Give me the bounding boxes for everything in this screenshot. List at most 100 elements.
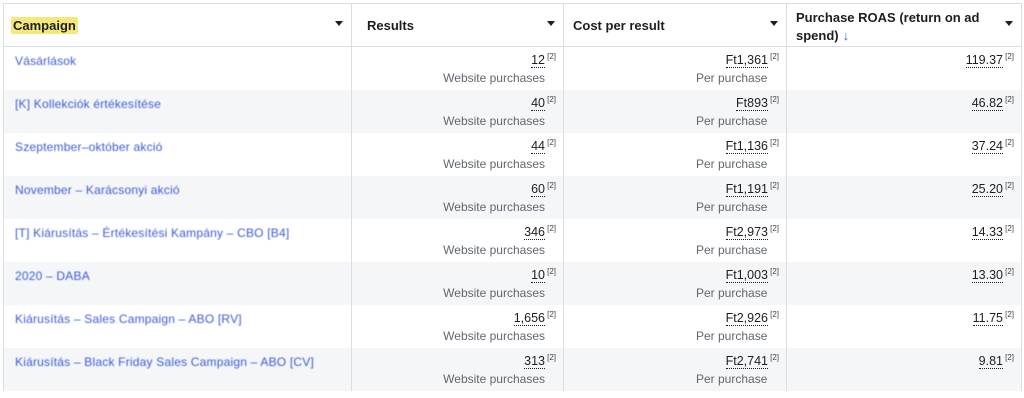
column-header-results[interactable]: Results: [352, 4, 564, 47]
cost-value[interactable]: Ft2,973: [725, 225, 768, 240]
roas-value[interactable]: 13.30: [971, 268, 1003, 283]
results-cell: 346 [2] Website purchases: [352, 219, 564, 262]
roas-footnote-ref: [2]: [1005, 224, 1014, 233]
campaign-name-link[interactable]: Kiárusítás – Sales Campaign – ABO [RV]: [15, 312, 242, 326]
results-value[interactable]: 44: [531, 139, 545, 154]
table-row[interactable]: [K] Kollekciók értékesítése 40 [2] Websi…: [4, 90, 1022, 133]
results-footnote-ref: [2]: [547, 138, 556, 147]
roas-cell: 14.33 [2]: [787, 219, 1022, 262]
cost-value[interactable]: Ft2,741: [725, 354, 768, 369]
results-value[interactable]: 40: [531, 96, 545, 111]
table-row[interactable]: 2020 – DABA 10 [2] Website purchases Ft1…: [4, 262, 1022, 305]
table-row[interactable]: [T] Kiárusítás – Értékesítési Kampány – …: [4, 219, 1022, 262]
table-row[interactable]: Kiárusítás – Sales Campaign – ABO [RV] 1…: [4, 305, 1022, 348]
cost-value[interactable]: Ft1,361: [725, 53, 768, 68]
roas-footnote-ref: [2]: [1005, 95, 1014, 104]
roas-footnote-ref: [2]: [1005, 181, 1014, 190]
results-footnote-ref: [2]: [547, 310, 556, 319]
table-row[interactable]: Vásárlások 12 [2] Website purchases Ft1,…: [4, 47, 1022, 90]
roas-value[interactable]: 25.20: [971, 182, 1003, 197]
table-row[interactable]: November – Karácsonyi akció 60 [2] Websi…: [4, 176, 1022, 219]
roas-cell: 119.37 [2]: [787, 47, 1022, 90]
caret-down-icon[interactable]: [547, 21, 555, 26]
cost-footnote-ref: [2]: [770, 267, 779, 276]
cost-value[interactable]: Ft1,191: [725, 182, 768, 197]
results-cell: 1,656 [2] Website purchases: [352, 305, 564, 348]
results-value[interactable]: 10: [531, 268, 545, 283]
column-header-campaign[interactable]: Campaign: [4, 4, 352, 47]
campaign-name-link[interactable]: 2020 – DABA: [15, 269, 90, 283]
roas-cell: 25.20 [2]: [787, 176, 1022, 219]
cost-cell: Ft1,136 [2] Per purchase: [564, 133, 787, 176]
cost-footnote-ref: [2]: [770, 95, 779, 104]
campaign-name-link[interactable]: [T] Kiárusítás – Értékesítési Kampány – …: [15, 226, 289, 240]
table-row[interactable]: Kiárusítás – Black Friday Sales Campaign…: [4, 348, 1022, 391]
column-header-cost-per-result[interactable]: Cost per result: [564, 4, 787, 47]
cost-value[interactable]: Ft1,003: [725, 268, 768, 283]
roas-value[interactable]: 9.81: [978, 354, 1003, 369]
results-cell: 40 [2] Website purchases: [352, 90, 564, 133]
roas-footnote-ref: [2]: [1005, 138, 1014, 147]
cost-type-label: Per purchase: [696, 200, 768, 214]
cost-type-label: Per purchase: [696, 329, 768, 343]
campaign-name-link[interactable]: Kiárusítás – Black Friday Sales Campaign…: [15, 355, 314, 369]
cost-footnote-ref: [2]: [770, 181, 779, 190]
cost-cell: Ft1,361 [2] Per purchase: [564, 47, 787, 90]
results-cell: 60 [2] Website purchases: [352, 176, 564, 219]
cost-value[interactable]: Ft1,136: [725, 139, 768, 154]
roas-value[interactable]: 11.75: [972, 311, 1003, 326]
results-cell: 313 [2] Website purchases: [352, 348, 564, 391]
cost-value[interactable]: Ft893: [736, 96, 768, 111]
column-header-purchase-roas[interactable]: Purchase ROAS (return on ad spend) ↓: [787, 4, 1022, 47]
roas-value[interactable]: 14.33: [971, 225, 1003, 240]
cost-type-label: Per purchase: [696, 157, 768, 171]
roas-value[interactable]: 37.24: [971, 139, 1003, 154]
results-footnote-ref: [2]: [547, 181, 556, 190]
roas-footnote-ref: [2]: [1005, 267, 1014, 276]
column-header-campaign-label: Campaign: [11, 17, 78, 34]
cost-cell: Ft2,926 [2] Per purchase: [564, 305, 787, 348]
campaign-cell: November – Karácsonyi akció: [4, 176, 352, 219]
cost-footnote-ref: [2]: [770, 224, 779, 233]
campaign-cell: Kiárusítás – Sales Campaign – ABO [RV]: [4, 305, 352, 348]
results-value[interactable]: 12: [531, 53, 545, 68]
results-value[interactable]: 346: [524, 225, 545, 240]
column-header-cost-label: Cost per result: [573, 18, 665, 33]
results-type-label: Website purchases: [443, 372, 545, 386]
results-type-label: Website purchases: [443, 243, 545, 257]
results-footnote-ref: [2]: [547, 95, 556, 104]
campaign-name-link[interactable]: Vásárlások: [15, 54, 76, 68]
caret-down-icon[interactable]: [335, 21, 343, 26]
results-type-label: Website purchases: [443, 200, 545, 214]
roas-cell: 37.24 [2]: [787, 133, 1022, 176]
campaign-name-link[interactable]: November – Karácsonyi akció: [15, 183, 180, 197]
results-footnote-ref: [2]: [547, 267, 556, 276]
table-header: Campaign Results Cost per result Purchas…: [4, 4, 1022, 47]
sort-descending-icon[interactable]: ↓: [843, 28, 850, 43]
results-value[interactable]: 60: [531, 182, 545, 197]
caret-down-icon[interactable]: [770, 21, 778, 26]
campaign-name-link[interactable]: Szeptember–október akció: [15, 140, 163, 154]
roas-value[interactable]: 46.82: [971, 96, 1003, 111]
cost-footnote-ref: [2]: [770, 353, 779, 362]
caret-down-icon[interactable]: [1005, 21, 1013, 26]
roas-cell: 9.81 [2]: [787, 348, 1022, 391]
roas-footnote-ref: [2]: [1005, 52, 1014, 61]
roas-value[interactable]: 119.37: [965, 53, 1003, 68]
campaign-cell: Vásárlások: [4, 47, 352, 90]
cost-type-label: Per purchase: [696, 114, 768, 128]
campaign-cell: Kiárusítás – Black Friday Sales Campaign…: [4, 348, 352, 391]
results-cell: 44 [2] Website purchases: [352, 133, 564, 176]
cost-type-label: Per purchase: [696, 372, 768, 386]
cost-type-label: Per purchase: [696, 286, 768, 300]
cost-type-label: Per purchase: [696, 243, 768, 257]
column-header-results-label: Results: [367, 18, 414, 33]
campaign-name-link[interactable]: [K] Kollekciók értékesítése: [15, 97, 161, 111]
results-value[interactable]: 313: [524, 354, 545, 369]
column-header-roas-label: Purchase ROAS (return on ad spend): [796, 10, 980, 43]
results-type-label: Website purchases: [443, 286, 545, 300]
table-row[interactable]: Szeptember–október akció 44 [2] Website …: [4, 133, 1022, 176]
cost-value[interactable]: Ft2,926: [725, 311, 768, 326]
results-value[interactable]: 1,656: [513, 311, 545, 326]
roas-cell: 13.30 [2]: [787, 262, 1022, 305]
